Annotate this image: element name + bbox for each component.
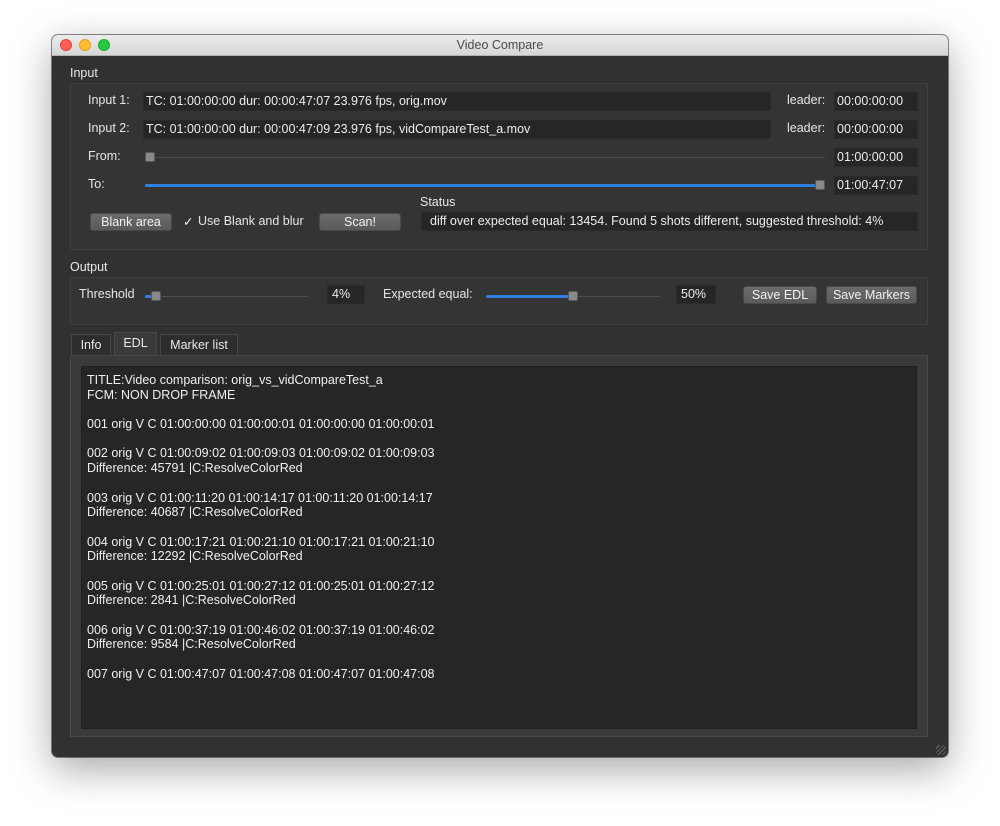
edl-line [87, 608, 911, 623]
from-timecode-field[interactable]: 01:00:00:00 [834, 148, 918, 167]
window-content: Input Input 1: TC: 01:00:00:00 dur: 00:0… [52, 56, 948, 757]
use-blank-checkbox[interactable]: ✓ [183, 214, 193, 229]
to-label: To: [88, 177, 105, 191]
threshold-slider-handle[interactable] [151, 291, 161, 301]
edl-line: 002 orig V C 01:00:09:02 01:00:09:03 01:… [87, 446, 435, 461]
threshold-slider[interactable] [145, 290, 308, 302]
expected-equal-label: Expected equal: [383, 287, 473, 301]
to-timecode-field[interactable]: 01:00:47:07 [834, 176, 918, 195]
edl-line: 007 orig V C 01:00:47:07 01:00:47:08 01:… [87, 666, 435, 681]
tab-marker-list[interactable]: Marker list [160, 334, 238, 356]
threshold-label: Threshold [79, 287, 135, 301]
edl-line: Difference: 12292 |C:ResolveColorRed [87, 549, 303, 564]
threshold-value-field[interactable]: 4% [327, 285, 365, 304]
expected-slider-handle[interactable] [568, 291, 578, 301]
edl-line: 003 orig V C 01:00:11:20 01:00:14:17 01:… [87, 490, 433, 505]
edl-line [87, 432, 911, 447]
edl-line: Difference: 45791 |C:ResolveColorRed [87, 461, 303, 476]
expected-equal-value-field[interactable]: 50% [676, 285, 716, 304]
input2-field[interactable]: TC: 01:00:00:00 dur: 00:00:47:09 23.976 … [143, 120, 771, 139]
to-slider-fill [145, 184, 820, 187]
scan-button[interactable]: Scan! [319, 213, 401, 231]
window-title: Video Compare [456, 38, 544, 52]
edl-line [87, 520, 911, 535]
output-section-title: Output [70, 260, 108, 274]
tab-info[interactable]: Info [71, 334, 111, 356]
input1-leader-field[interactable]: 00:00:00:00 [834, 92, 918, 111]
app-window: Video Compare Input Input 1: TC: 01:00:0… [52, 35, 948, 757]
input2-label: Input 2: [88, 121, 130, 135]
status-field: diff over expected equal: 13454. Found 5… [421, 212, 918, 231]
expected-slider-fill [486, 295, 573, 298]
input2-leader-field[interactable]: 00:00:00:00 [834, 120, 918, 139]
edl-text-area[interactable]: TITLE:Video comparison: orig_vs_vidCompa… [81, 366, 917, 729]
from-slider-handle[interactable] [145, 152, 155, 162]
to-slider[interactable] [145, 179, 825, 191]
edl-line: Difference: 9584 |C:ResolveColorRed [87, 637, 296, 652]
from-slider-track [145, 157, 825, 158]
input1-leader-label: leader: [787, 93, 826, 107]
resize-grip-icon[interactable] [936, 745, 946, 755]
edl-line: Difference: 2841 |C:ResolveColorRed [87, 593, 296, 608]
blank-area-button[interactable]: Blank area [90, 213, 172, 231]
input2-leader-label: leader: [787, 121, 826, 135]
edl-line: 004 orig V C 01:00:17:21 01:00:21:10 01:… [87, 534, 435, 549]
save-edl-button[interactable]: Save EDL [743, 286, 817, 304]
tab-edl[interactable]: EDL [114, 332, 157, 356]
from-label: From: [88, 149, 121, 163]
edl-line: 006 orig V C 01:00:37:19 01:00:46:02 01:… [87, 622, 435, 637]
from-slider[interactable] [145, 151, 825, 163]
edl-line: 005 orig V C 01:00:25:01 01:00:27:12 01:… [87, 578, 435, 593]
expected-equal-slider[interactable] [486, 290, 660, 302]
edl-line [87, 476, 911, 491]
edl-line: 001 orig V C 01:00:00:00 01:00:00:01 01:… [87, 417, 435, 432]
input1-field[interactable]: TC: 01:00:00:00 dur: 00:00:47:07 23.976 … [143, 92, 771, 111]
input-section-title: Input [70, 66, 98, 80]
edl-line: FCM: NON DROP FRAME [87, 387, 236, 402]
edl-text-content: TITLE:Video comparison: orig_vs_vidCompa… [87, 373, 911, 681]
title-bar: Video Compare [52, 35, 948, 56]
threshold-slider-track [145, 296, 308, 297]
save-markers-button[interactable]: Save Markers [826, 286, 917, 304]
edl-line [87, 402, 911, 417]
input1-label: Input 1: [88, 93, 130, 107]
edl-line [87, 652, 911, 667]
tab-pane: TITLE:Video comparison: orig_vs_vidCompa… [70, 355, 928, 737]
edl-line: TITLE:Video comparison: orig_vs_vidCompa… [87, 373, 383, 387]
edl-line: Difference: 40687 |C:ResolveColorRed [87, 505, 303, 520]
status-label: Status [420, 195, 456, 209]
use-blank-label: Use Blank and blur [198, 214, 304, 228]
edl-line [87, 564, 911, 579]
to-slider-handle[interactable] [815, 180, 825, 190]
